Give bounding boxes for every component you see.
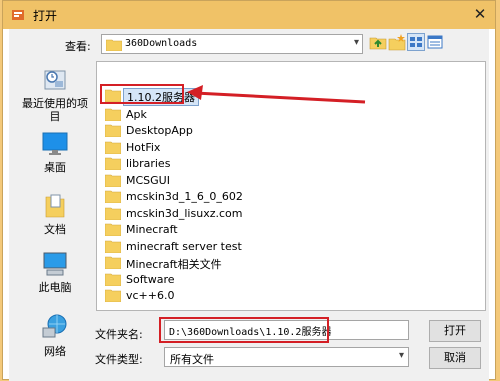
list-item[interactable]: minecraft server test — [105, 239, 305, 255]
folder-icon — [105, 289, 121, 302]
place-label: 最近使用的项目 — [22, 97, 88, 123]
file-name: Minecraft — [126, 223, 178, 236]
place-label: 桌面 — [44, 161, 66, 174]
computer-icon — [43, 252, 67, 276]
close-button[interactable]: ✕ — [469, 4, 491, 24]
place-this-pc[interactable]: 此电脑 — [17, 251, 93, 294]
details-view-button[interactable] — [426, 33, 444, 51]
open-dialog: 打开 ✕ 查看: 360Downloads ▾ 最近使用的项目 桌面 文档 此电… — [2, 0, 496, 381]
window-title: 打开 — [33, 9, 58, 23]
new-folder-icon — [388, 34, 406, 51]
desktop-icon — [42, 132, 68, 155]
chevron-down-icon: ▾ — [398, 350, 404, 361]
folder-icon — [105, 207, 121, 220]
place-network[interactable]: 网络 — [17, 313, 93, 358]
file-type-dropdown[interactable]: 所有文件 ▾ — [164, 347, 409, 367]
place-label: 网络 — [44, 345, 66, 358]
new-folder-button[interactable] — [388, 33, 406, 51]
folder-icon — [105, 256, 121, 269]
list-item[interactable]: mcskin3d_lisuxz.com — [105, 206, 305, 222]
place-desktop[interactable]: 桌面 — [17, 131, 93, 174]
up-folder-button[interactable] — [369, 33, 387, 51]
folder-icon — [105, 141, 121, 154]
list-item[interactable]: libraries — [105, 156, 305, 172]
folder-icon — [105, 240, 121, 253]
place-documents[interactable]: 文档 — [17, 193, 93, 236]
list-item[interactable]: Minecraft — [105, 222, 305, 238]
annotation-highlight-box — [159, 317, 329, 343]
details-view-icon — [427, 35, 443, 49]
list-item[interactable]: Software — [105, 272, 305, 288]
folder-icon — [105, 157, 121, 170]
list-item[interactable]: MCSGUI — [105, 173, 305, 189]
file-name: HotFix — [126, 141, 161, 154]
up-folder-icon — [369, 37, 387, 50]
chevron-down-icon: ▾ — [353, 37, 359, 48]
file-type-value: 所有文件 — [170, 353, 214, 366]
folder-icon — [106, 39, 122, 51]
list-item[interactable]: HotFix — [105, 140, 305, 156]
folder-icon — [105, 124, 121, 137]
places-sidebar: 最近使用的项目 桌面 文档 此电脑 网络 — [17, 61, 93, 381]
file-name: DesktopApp — [126, 124, 193, 137]
folder-name-label: 文件夹名: — [95, 328, 143, 341]
place-label: 文档 — [44, 223, 66, 236]
app-icon — [12, 10, 24, 20]
file-name: Apk — [126, 108, 147, 121]
list-view-button[interactable] — [407, 33, 425, 51]
folder-icon — [105, 174, 121, 187]
folder-icon — [105, 273, 121, 286]
network-icon — [42, 314, 67, 338]
list-item[interactable]: Minecraft相关文件 — [105, 255, 305, 271]
open-button[interactable]: 打开 — [429, 320, 481, 342]
file-type-label: 文件类型: — [95, 353, 143, 366]
recent-items-icon — [44, 70, 66, 90]
folder-icon — [105, 223, 121, 236]
place-label: 此电脑 — [38, 281, 72, 294]
look-in-dropdown[interactable]: 360Downloads ▾ — [101, 34, 363, 54]
file-name: mcskin3d_lisuxz.com — [126, 207, 243, 220]
file-name: mcskin3d_1_6_0_602 — [126, 190, 243, 203]
file-name: Software — [126, 273, 175, 286]
title-bar: 打开 ✕ — [3, 1, 495, 29]
list-item[interactable]: mcskin3d_1_6_0_602 — [105, 189, 305, 205]
folder-icon — [105, 190, 121, 203]
look-in-label: 查看: — [65, 40, 91, 53]
file-name: Minecraft相关文件 — [126, 258, 222, 271]
look-in-value: 360Downloads — [125, 38, 198, 49]
file-name: minecraft server test — [126, 240, 242, 253]
documents-icon — [45, 194, 65, 218]
annotation-arrow-icon — [187, 85, 366, 104]
dialog-body: 查看: 360Downloads ▾ 最近使用的项目 桌面 文档 此电脑 网络 … — [9, 29, 489, 381]
annotation-highlight-box — [100, 84, 184, 104]
file-list[interactable]: 1.10.2服务器 Apk DesktopApp HotFix librarie… — [96, 61, 486, 311]
file-name: libraries — [126, 157, 171, 170]
file-name: MCSGUI — [126, 174, 170, 187]
list-item[interactable]: vc++6.0 — [105, 288, 305, 304]
list-item[interactable]: DesktopApp — [105, 123, 305, 139]
list-view-icon — [410, 37, 422, 47]
place-recent-items[interactable]: 最近使用的项目 — [17, 65, 93, 123]
folder-icon — [105, 108, 121, 121]
file-name: vc++6.0 — [126, 289, 175, 302]
cancel-button[interactable]: 取消 — [429, 347, 481, 369]
